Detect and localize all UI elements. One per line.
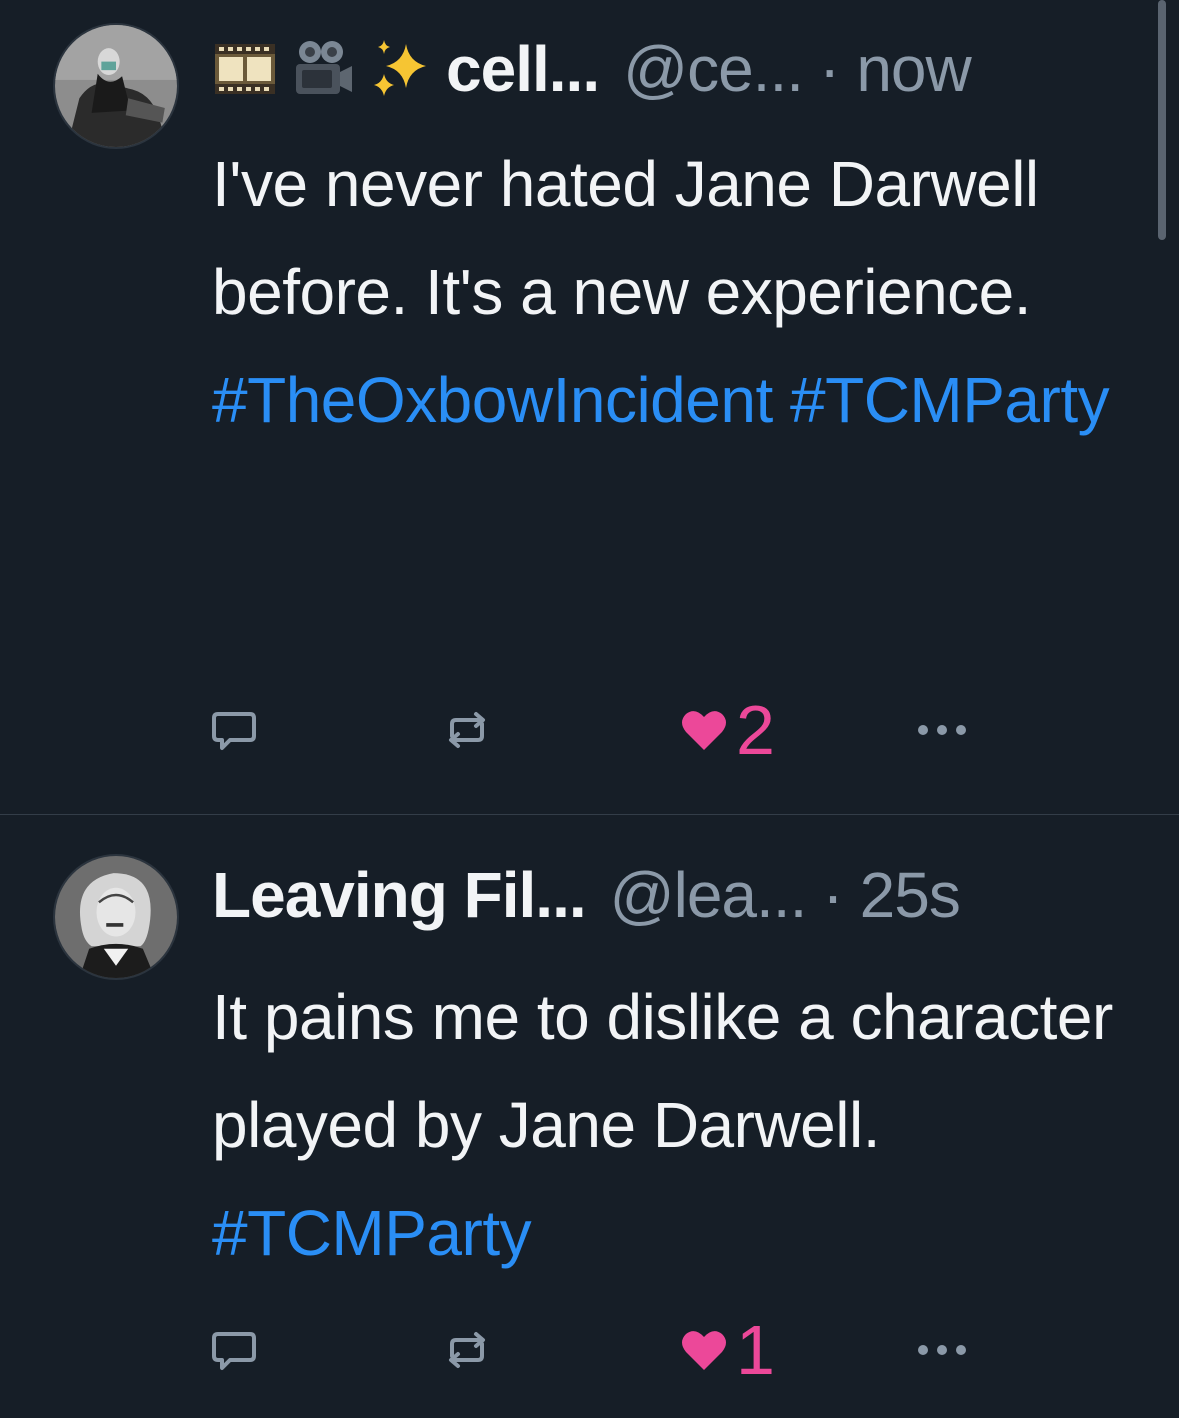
reply-button[interactable]	[210, 1315, 258, 1385]
more-icon	[918, 1345, 966, 1355]
reply-icon	[212, 712, 256, 750]
reply-button[interactable]	[210, 695, 258, 765]
hashtag-link[interactable]: #TheOxbowIncident	[212, 364, 773, 436]
feed: cell... @ce... · now I've never hated Ja…	[0, 0, 1179, 1418]
avatar[interactable]	[53, 23, 179, 149]
post-header: cell... @ce... · now	[212, 29, 972, 109]
like-count: 1	[736, 1311, 775, 1389]
avatar[interactable]	[53, 854, 179, 980]
hashtag-link[interactable]: #TCMParty	[212, 1197, 532, 1269]
author-name[interactable]: cell...	[446, 32, 600, 106]
heart-icon	[682, 711, 726, 750]
hashtag-link[interactable]: #TCMParty	[790, 364, 1110, 436]
post-actions: 1	[210, 1315, 990, 1385]
post-header: Leaving Fil... @lea... · 25s	[212, 855, 961, 935]
post[interactable]: Leaving Fil... @lea... · 25s It pains me…	[0, 815, 1179, 1418]
avatar-photo	[55, 856, 177, 978]
more-options-button[interactable]	[916, 1315, 968, 1385]
repost-icon	[449, 1332, 485, 1368]
post-text-plain: It pains me to dislike a character playe…	[212, 981, 1113, 1161]
post-text: It pains me to dislike a character playe…	[212, 963, 1152, 1287]
post-actions: 2	[210, 695, 990, 765]
timestamp[interactable]: now	[856, 32, 971, 106]
heart-icon	[682, 1331, 726, 1370]
separator-dot: ·	[819, 33, 841, 105]
more-options-button[interactable]	[916, 695, 968, 765]
like-button[interactable]: 2	[680, 695, 775, 765]
film-frames-icon	[212, 36, 278, 102]
author-name[interactable]: Leaving Fil...	[212, 858, 587, 932]
separator-dot: ·	[822, 859, 844, 931]
movie-camera-icon	[290, 36, 356, 102]
author-handle[interactable]: @lea...	[610, 858, 808, 932]
like-button[interactable]: 1	[680, 1315, 775, 1385]
repost-button[interactable]	[442, 1315, 492, 1385]
author-handle[interactable]: @ce...	[623, 32, 804, 106]
sparkles-icon	[368, 36, 434, 102]
avatar-photo	[55, 25, 177, 147]
repost-button[interactable]	[442, 695, 492, 765]
more-icon	[918, 725, 966, 735]
reply-icon	[212, 1332, 256, 1370]
post-text: I've never hated Jane Darwell before. It…	[212, 130, 1152, 454]
like-count: 2	[736, 691, 775, 769]
post[interactable]: cell... @ce... · now I've never hated Ja…	[0, 0, 1179, 814]
post-text-plain: I've never hated Jane Darwell before. It…	[212, 148, 1039, 328]
timestamp[interactable]: 25s	[860, 858, 961, 932]
repost-icon	[449, 712, 485, 748]
